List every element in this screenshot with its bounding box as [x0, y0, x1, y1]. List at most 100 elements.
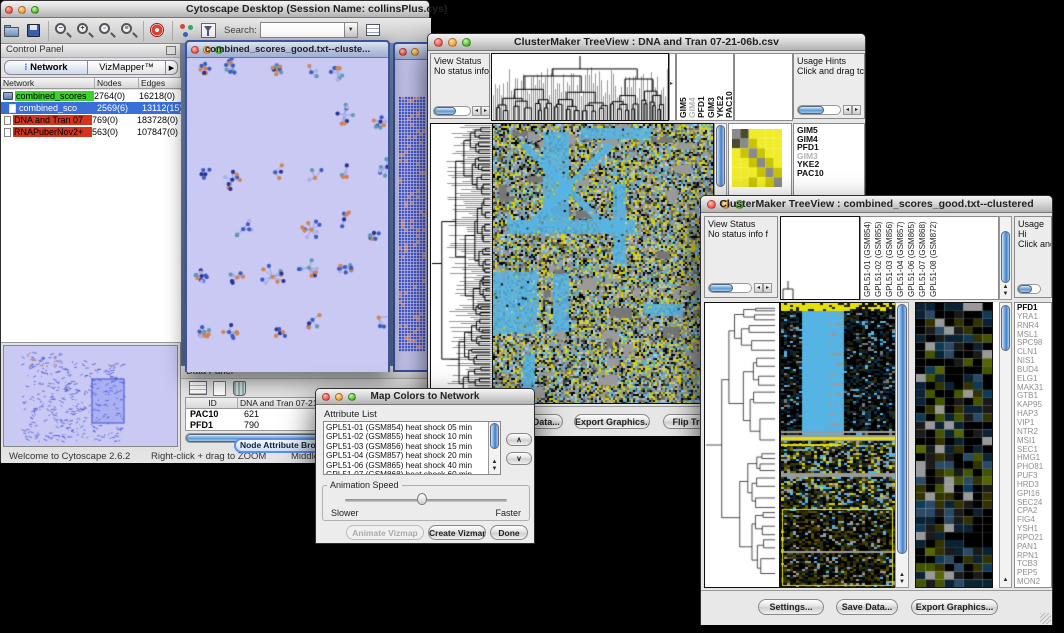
tv2-heatmap-vscrollbar[interactable]: ▲ ▼ — [895, 302, 909, 588]
tv1-column-dendrogram[interactable] — [491, 53, 669, 121]
attribute-table-icon[interactable] — [189, 381, 207, 395]
treeview1-titlebar[interactable]: ClusterMaker TreeView : DNA and Tran 07-… — [428, 34, 865, 51]
scroll-up-arrow[interactable]: ▲ — [1000, 577, 1011, 583]
zoom-fit-icon[interactable]: ▫ — [97, 21, 117, 41]
network-list-row[interactable]: RNAPuberNov2+563(0)107847(0) — [1, 126, 181, 138]
tv1-gene-label[interactable]: PAC10 — [797, 169, 864, 178]
tv2-gene-label[interactable]: SPC98 — [1017, 339, 1051, 348]
tv2-gene-label[interactable]: HMG1 — [1017, 454, 1051, 463]
tv2-gene-label[interactable]: SEC1 — [1017, 446, 1051, 455]
tv2-gene-label[interactable]: KAP95 — [1017, 401, 1051, 410]
tv2-gene-label[interactable]: CLN1 — [1017, 348, 1051, 357]
attribute-list-vscrollbar[interactable]: ▲ ▼ — [488, 422, 500, 474]
tv2-gene-label[interactable]: FIG4 — [1017, 516, 1051, 525]
dialog-button-animate-vizmap[interactable]: Animate Vizmap — [346, 525, 424, 540]
move-down-button[interactable]: ∨ — [506, 452, 532, 465]
dialog-button-done[interactable]: Done — [490, 525, 528, 540]
filter-icon[interactable] — [199, 21, 219, 41]
scroll-left-arrow[interactable]: ◂ — [472, 106, 481, 116]
tv2-gene-label[interactable]: MSI1 — [1017, 437, 1051, 446]
tv2-gene-label[interactable]: PAN1 — [1017, 543, 1051, 552]
scroll-up-arrow[interactable]: ▲ — [1000, 284, 1011, 290]
tv2-column-label[interactable]: GPL51-07 (GSM868) — [918, 219, 929, 297]
dialog-titlebar[interactable]: Map Colors to Network — [316, 389, 534, 405]
help-lifering-icon[interactable] — [148, 21, 168, 41]
scroll-up-arrow[interactable]: ▲ — [489, 459, 500, 465]
tv2-gene-label[interactable]: RPO21 — [1017, 534, 1051, 543]
treeview2-titlebar[interactable]: ClusterMaker TreeView : combined_scores_… — [701, 196, 1052, 213]
scroll-right-arrow[interactable]: ▸ — [763, 283, 772, 293]
tv1-zoom-matrix[interactable] — [732, 129, 782, 187]
tv1-splitter[interactable]: ▸ — [669, 53, 676, 121]
tv1-column-label[interactable]: YKE2 — [715, 56, 724, 118]
tv2-status-hscroll[interactable] — [708, 283, 752, 293]
tv2-gene-label[interactable]: PUF3 — [1017, 472, 1051, 481]
tv2-gene-label[interactable]: GPI16 — [1017, 490, 1051, 499]
tv2-hints-hscroll[interactable] — [1017, 284, 1041, 294]
tv2-button-settings---[interactable]: Settings... — [758, 599, 824, 615]
tv2-gene-label[interactable]: CPA2 — [1017, 507, 1051, 516]
new-attribute-icon[interactable] — [213, 381, 226, 396]
tv2-labels-vscrollbar[interactable]: ▲ ▼ — [999, 216, 1012, 300]
speed-slider-thumb[interactable] — [417, 493, 427, 505]
vscroll-thumb[interactable] — [897, 304, 907, 554]
tv1-column-label[interactable]: GIM4 — [687, 56, 696, 118]
tv2-genelist-vscrollbar[interactable]: ▲ — [999, 302, 1012, 588]
tv2-column-label[interactable]: GPL51-06 (GSM865) — [907, 219, 918, 297]
scroll-up-arrow[interactable]: ▲ — [896, 572, 908, 578]
tv2-column-label[interactable]: GPL51-08 (GSM872) — [929, 219, 940, 297]
zoom-selected-icon[interactable]: ≡ — [119, 21, 139, 41]
attribute-list-item[interactable]: GPL51-07 (GSM868) heat shock 60 min — [324, 470, 488, 475]
tv2-gene-label[interactable]: BUD4 — [1017, 366, 1051, 375]
save-session-icon[interactable] — [24, 21, 44, 41]
tv2-gene-label[interactable]: VIP1 — [1017, 419, 1051, 428]
attribute-list-item[interactable]: GPL51-06 (GSM865) heat shock 40 min — [324, 461, 488, 470]
network-overview-panel[interactable] — [3, 345, 178, 447]
tab-vizmapper[interactable]: VizMapper™ — [88, 60, 166, 75]
tv2-gene-label[interactable]: RNR4 — [1017, 322, 1051, 331]
tv2-column-label[interactable]: GPL51-03 (GSM856) — [885, 219, 896, 297]
vscroll-thumb[interactable] — [1001, 231, 1010, 283]
tv2-gene-label[interactable]: NIS1 — [1017, 357, 1051, 366]
tv2-button-save-data---[interactable]: Save Data... — [836, 599, 898, 615]
zoom-in-icon[interactable]: + — [75, 21, 95, 41]
tv2-zoom-heatmap[interactable] — [915, 302, 993, 588]
network-list-row[interactable]: combined_scores2764(0)16218(0) — [1, 90, 181, 102]
network-overview-canvas[interactable] — [4, 346, 176, 445]
zoom-out-icon[interactable]: − — [53, 21, 73, 41]
tv2-gene-label[interactable]: HAP3 — [1017, 410, 1051, 419]
tv2-column-label[interactable]: GPL51-02 (GSM855) — [874, 219, 885, 297]
tv1-column-label[interactable]: GIM3 — [706, 56, 715, 118]
tv1-column-label[interactable]: GIM5 — [678, 56, 687, 118]
scroll-down-arrow[interactable]: ▼ — [489, 466, 500, 472]
tab-network[interactable]: ⁝ Network — [4, 60, 88, 75]
network-list-row[interactable]: DNA and Tran 07769(0)183728(0) — [1, 114, 181, 126]
resize-grip[interactable] — [1040, 613, 1051, 624]
open-session-icon[interactable] — [2, 21, 22, 41]
scroll-left-arrow[interactable]: ◂ — [843, 105, 852, 115]
attribute-list-item[interactable]: GPL51-02 (GSM855) heat shock 10 min — [324, 432, 488, 441]
attribute-list-item[interactable]: GPL51-03 (GSM856) heat shock 15 min — [324, 442, 488, 451]
tv2-gene-label[interactable]: HRD3 — [1017, 481, 1051, 490]
scroll-down-arrow[interactable]: ▼ — [1000, 291, 1011, 297]
scroll-right-arrow[interactable]: ▸ — [852, 105, 861, 115]
vizmapper-icon[interactable] — [177, 21, 197, 41]
tv2-gene-label[interactable]: TCB3 — [1017, 560, 1051, 569]
network-view-titlebar[interactable]: combined_scores_good.txt--cluste... — [187, 42, 388, 58]
tv2-column-label[interactable]: GPL51-01 (GSM854) — [863, 219, 874, 297]
tv1-column-label[interactable]: PAC10 — [724, 56, 733, 118]
close-button[interactable] — [399, 48, 407, 56]
tv2-gene-label[interactable]: MAK31 — [1017, 384, 1051, 393]
dialog-button-create-vizmap[interactable]: Create Vizmap — [428, 525, 486, 540]
attribute-browser-icon[interactable] — [364, 21, 384, 41]
scroll-down-arrow[interactable]: ▼ — [896, 579, 908, 585]
network-list-row[interactable]: combined_sco2569(6)13112(15) — [1, 102, 181, 114]
scroll-left-arrow[interactable]: ◂ — [754, 283, 763, 293]
move-up-button[interactable]: ∧ — [506, 433, 532, 446]
tv2-gene-label[interactable]: RPN1 — [1017, 552, 1051, 561]
tv2-gene-label[interactable]: PEP5 — [1017, 569, 1051, 578]
vscroll-thumb[interactable] — [490, 423, 499, 449]
network-grid-canvas[interactable] — [399, 96, 426, 352]
data-col-id[interactable]: ID — [186, 398, 238, 408]
col-header-network[interactable]: Network — [1, 78, 95, 88]
